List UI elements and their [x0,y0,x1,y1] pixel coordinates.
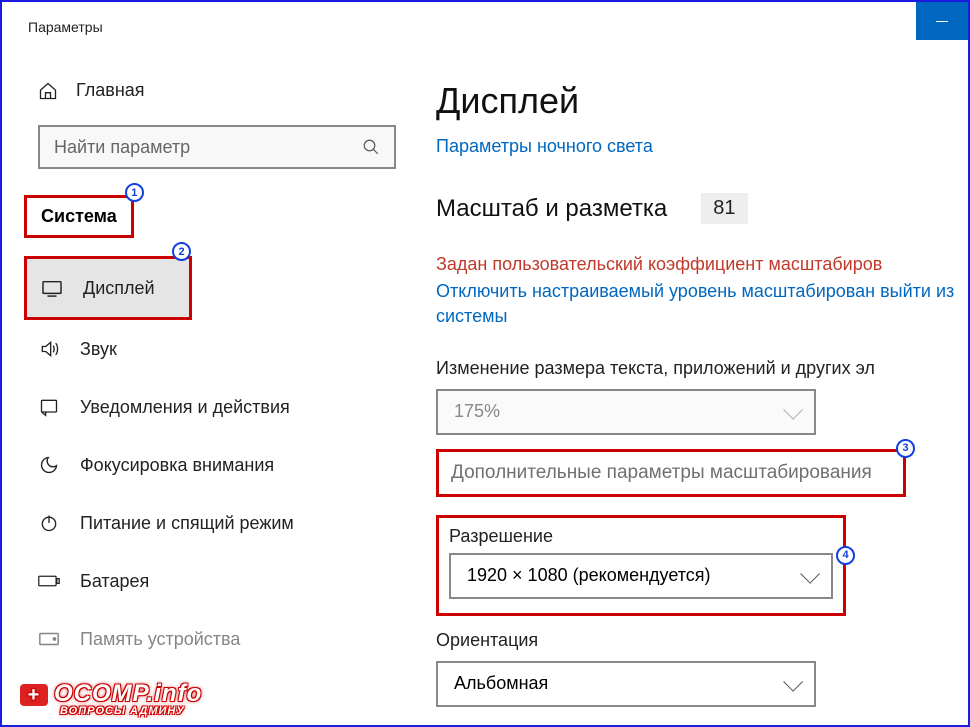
display-icon [41,279,63,297]
night-light-link[interactable]: Параметры ночного света [436,136,968,157]
sidebar-item-storage[interactable]: Память устройства [2,610,432,668]
titlebar: Параметры [2,2,968,52]
resolution-select[interactable]: 1920 × 1080 (рекомендуется) [449,553,833,599]
chevron-down-icon [783,400,803,420]
orientation-label: Ориентация [436,630,968,651]
resolution-value: 1920 × 1080 (рекомендуется) [467,565,711,586]
sidebar-item-label: Уведомления и действия [80,397,290,418]
sidebar-home-label: Главная [76,80,145,101]
scale-value-box: 81 [701,193,747,224]
sidebar-item-battery[interactable]: Батарея [2,552,432,610]
text-size-label: Изменение размера текста, приложений и д… [436,358,968,379]
sidebar: Главная Найти параметр 1 Система 2 Диспл… [2,52,432,725]
focus-icon [38,455,60,475]
sidebar-item-label: Фокусировка внимания [80,455,274,476]
home-icon [38,81,58,101]
scale-warning: Задан пользовательский коэффициент масшт… [436,252,968,277]
page-title: Дисплей [436,80,968,122]
scale-heading: Масштаб и разметка 81 [436,193,968,224]
text-size-select[interactable]: 175% [436,389,816,435]
sidebar-item-sound[interactable]: Звук [2,320,432,378]
resolution-block: 4 Разрешение 1920 × 1080 (рекомендуется) [436,515,846,616]
notifications-icon [38,397,60,417]
sidebar-item-label: Батарея [80,571,149,592]
main-panel: Дисплей Параметры ночного света Масштаб … [432,52,968,725]
sidebar-item-notifications[interactable]: Уведомления и действия [2,378,432,436]
sidebar-item-power[interactable]: Питание и спящий режим [2,494,432,552]
storage-icon [38,631,60,647]
resolution-label: Разрешение [449,526,833,547]
annotation-badge-3: 3 [896,439,915,458]
battery-icon [38,573,60,589]
chevron-down-icon [783,672,803,692]
advanced-scaling-link[interactable]: 3 Дополнительные параметры масштабирован… [436,449,906,497]
sidebar-item-focus[interactable]: Фокусировка внимания [2,436,432,494]
search-input[interactable]: Найти параметр [38,125,396,169]
annotation-badge-2: 2 [172,242,191,261]
annotation-badge-4: 4 [836,546,855,565]
sidebar-item-label: Дисплей [83,278,155,299]
power-icon [38,513,60,533]
sidebar-section-system: Система [24,195,134,238]
sidebar-item-label: Память устройства [80,629,240,650]
orientation-select[interactable]: Альбомная [436,661,816,707]
sidebar-home[interactable]: Главная [2,80,432,101]
sidebar-item-label: Питание и спящий режим [80,513,294,534]
orientation-value: Альбомная [454,673,548,694]
window-title: Параметры [28,19,103,35]
annotation-badge-1: 1 [125,183,144,202]
minimize-button[interactable] [916,2,968,40]
disable-scaling-link[interactable]: Отключить настраиваемый уровень масштаби… [436,279,968,329]
search-placeholder: Найти параметр [54,137,190,158]
sidebar-item-label: Звук [80,339,117,360]
text-size-value: 175% [454,401,500,422]
sidebar-item-display[interactable]: Дисплей [27,259,189,317]
chevron-down-icon [800,564,820,584]
search-icon [362,138,380,156]
sound-icon [38,339,60,359]
watermark-icon: + [20,684,48,706]
watermark: +OCOMP.info ВОПРОСЫ АДМИНУ [20,680,202,717]
